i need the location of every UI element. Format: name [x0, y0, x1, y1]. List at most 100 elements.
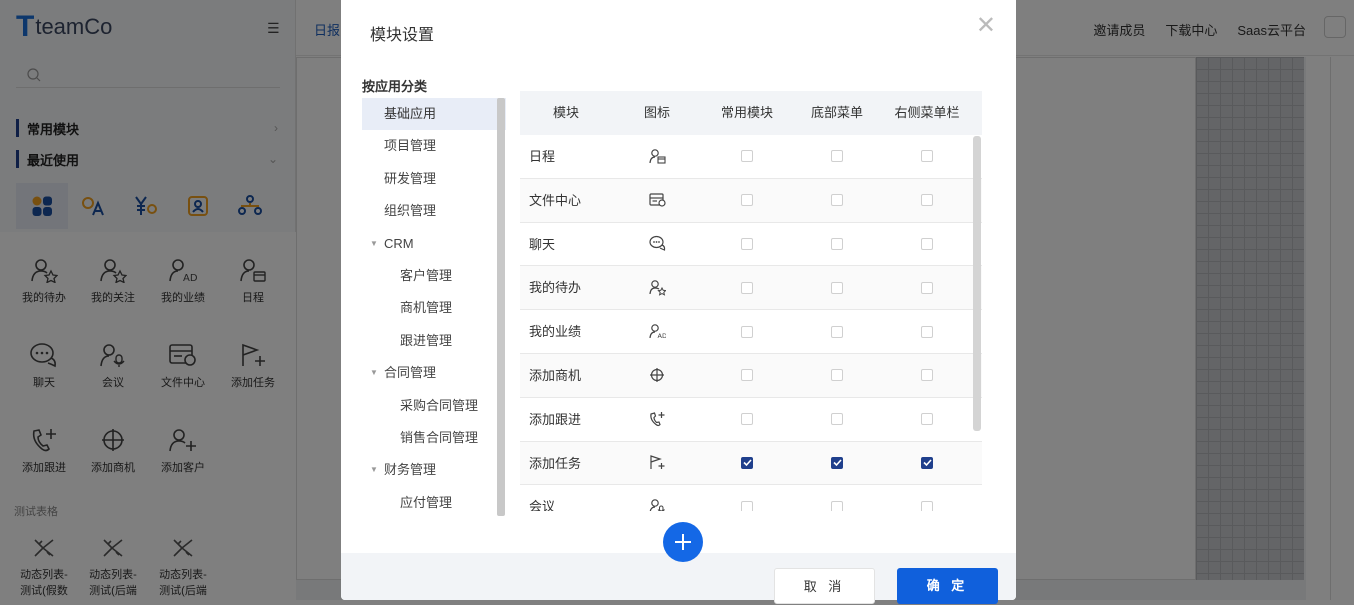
- table-row: 我的业绩 AD: [520, 310, 982, 354]
- check-icon: [922, 459, 932, 467]
- close-icon[interactable]: ✕: [976, 14, 996, 38]
- table-row: 文件中心: [520, 178, 982, 223]
- module-table: 模块 图标 常用模块 底部菜单 右侧菜单栏 日程 文件中心 聊天 我的待办 我的业绩 AD…: [520, 91, 982, 511]
- common-module-checkbox[interactable]: [741, 413, 753, 426]
- bottom-menu-checkbox[interactable]: [831, 413, 843, 426]
- column-header: 右侧菜单栏: [894, 105, 960, 120]
- right-menu-checkbox[interactable]: [921, 413, 933, 426]
- table-scrollbar[interactable]: [973, 136, 981, 431]
- bottom-menu-checkbox[interactable]: [831, 369, 843, 382]
- bottom-menu-checkbox[interactable]: [831, 281, 843, 294]
- caret-down-icon: ▼: [370, 238, 378, 248]
- bottom-menu-cell: [792, 310, 882, 353]
- module-settings-dialog: 模块设置 ✕ 按应用分类 基础应用 项目管理 研发管理 组织管理 ▼ CRM 客户…: [341, 0, 1016, 600]
- common-module-cell: [702, 354, 792, 397]
- category-item[interactable]: 商机管理: [362, 292, 506, 324]
- right-menu-cell: [882, 266, 972, 309]
- right-menu-cell: [882, 354, 972, 397]
- category-item[interactable]: 项目管理: [362, 130, 506, 162]
- bottom-menu-checkbox[interactable]: [831, 456, 843, 469]
- module-name-cell: 聊天: [529, 236, 556, 252]
- common-module-cell: [702, 485, 792, 511]
- common-module-cell: [702, 223, 792, 266]
- bottom-menu-checkbox[interactable]: [831, 500, 843, 511]
- category-scrollbar[interactable]: [497, 98, 505, 516]
- category-group-crm[interactable]: ▼ CRM: [362, 228, 506, 260]
- right-menu-checkbox[interactable]: [921, 369, 933, 382]
- bottom-menu-checkbox[interactable]: [831, 194, 843, 207]
- module-name-cell: 会议: [529, 499, 556, 511]
- module-name-cell: 我的待办: [529, 280, 582, 296]
- user-star-icon: [648, 280, 666, 297]
- category-item[interactable]: 组织管理: [362, 195, 506, 227]
- category-item[interactable]: 跟进管理: [362, 325, 506, 357]
- common-module-checkbox[interactable]: [741, 281, 753, 294]
- crosshair-icon: [649, 367, 664, 382]
- column-header: 底部菜单: [810, 105, 863, 120]
- common-module-checkbox[interactable]: [741, 369, 753, 382]
- add-fab-button[interactable]: [663, 522, 703, 562]
- right-menu-cell: [882, 442, 972, 485]
- right-menu-checkbox[interactable]: [921, 500, 933, 511]
- bottom-menu-checkbox[interactable]: [831, 150, 843, 163]
- right-menu-checkbox[interactable]: [921, 281, 933, 294]
- category-label: CRM: [384, 235, 414, 251]
- right-menu-cell: [882, 310, 972, 353]
- bottom-menu-checkbox[interactable]: [831, 325, 843, 338]
- cancel-button[interactable]: 取 消: [774, 568, 875, 604]
- table-row: 添加商机: [520, 353, 982, 398]
- common-module-cell: [702, 398, 792, 441]
- category-item[interactable]: 基础应用: [362, 98, 506, 131]
- right-menu-checkbox[interactable]: [921, 194, 933, 207]
- right-menu-cell: [882, 179, 972, 222]
- confirm-button[interactable]: 确 定: [897, 568, 998, 604]
- category-group-finance[interactable]: ▼ 财务管理: [362, 454, 506, 486]
- module-icon-cell: [612, 398, 702, 441]
- table-row: 会议: [520, 485, 982, 511]
- bottom-menu-cell: [792, 398, 882, 441]
- table-header: 模块 图标 常用模块 底部菜单 右侧菜单栏: [520, 91, 982, 135]
- category-item[interactable]: 销售合同管理: [362, 422, 506, 454]
- common-module-cell: [702, 266, 792, 309]
- phone-plus-icon: [649, 411, 664, 426]
- common-module-checkbox[interactable]: [741, 456, 753, 469]
- bottom-menu-cell: [792, 223, 882, 266]
- table-body: 日程 文件中心 聊天 我的待办 我的业绩 AD 添加商机 添加跟进 添加任务 会议: [520, 135, 982, 511]
- dialog-title: 模块设置: [370, 27, 435, 44]
- module-icon-cell: AD: [612, 310, 702, 353]
- common-module-checkbox[interactable]: [741, 150, 753, 163]
- common-module-checkbox[interactable]: [741, 194, 753, 207]
- category-item[interactable]: 应付管理: [362, 487, 506, 516]
- module-name-cell: 添加任务: [529, 455, 582, 471]
- check-icon: [742, 459, 752, 467]
- bottom-menu-cell: [792, 442, 882, 485]
- common-module-cell: [702, 310, 792, 353]
- category-label: 财务管理: [384, 462, 437, 478]
- common-module-checkbox[interactable]: [741, 325, 753, 338]
- module-icon-cell: [612, 135, 702, 178]
- bottom-menu-cell: [792, 266, 882, 309]
- category-item[interactable]: 采购合同管理: [362, 390, 506, 422]
- category-item[interactable]: 客户管理: [362, 260, 506, 292]
- column-header: 模块: [552, 105, 579, 120]
- flag-plus-icon: [649, 455, 664, 470]
- calendar-user-icon: [648, 149, 666, 164]
- module-icon-cell: [612, 179, 702, 222]
- right-menu-checkbox[interactable]: [921, 456, 933, 469]
- caret-down-icon: ▼: [370, 465, 378, 475]
- bottom-menu-checkbox[interactable]: [831, 237, 843, 250]
- common-module-checkbox[interactable]: [741, 500, 753, 511]
- category-item[interactable]: 研发管理: [362, 163, 506, 195]
- common-module-cell: [702, 179, 792, 222]
- common-module-cell: [702, 135, 792, 178]
- category-group-contract[interactable]: ▼ 合同管理: [362, 357, 506, 389]
- right-menu-cell: [882, 135, 972, 178]
- user-ad-icon: AD: [648, 324, 666, 340]
- module-icon-cell: [612, 485, 702, 511]
- right-menu-checkbox[interactable]: [921, 325, 933, 338]
- right-menu-checkbox[interactable]: [921, 237, 933, 250]
- right-menu-checkbox[interactable]: [921, 150, 933, 163]
- bottom-menu-cell: [792, 179, 882, 222]
- module-name-cell: 我的业绩: [529, 324, 582, 340]
- common-module-checkbox[interactable]: [741, 237, 753, 250]
